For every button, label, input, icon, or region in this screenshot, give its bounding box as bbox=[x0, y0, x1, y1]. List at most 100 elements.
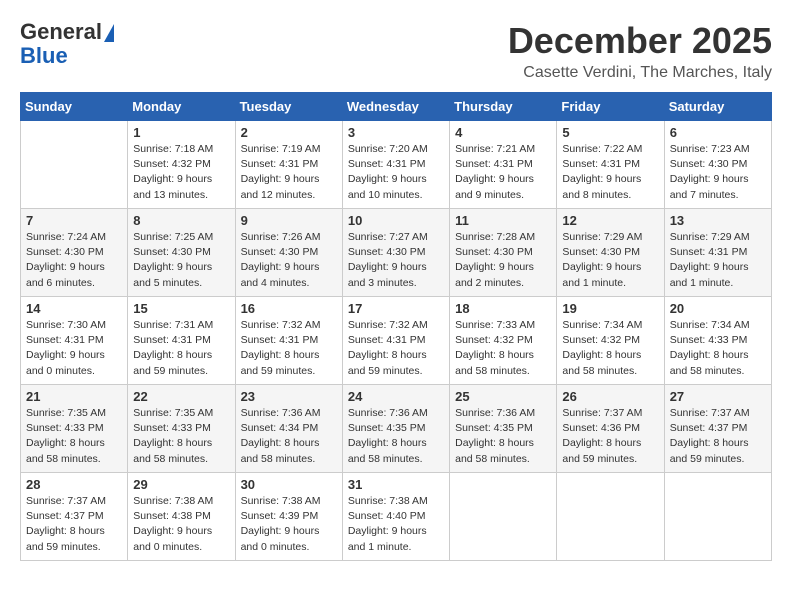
calendar-cell: 25Sunrise: 7:36 AMSunset: 4:35 PMDayligh… bbox=[450, 385, 557, 473]
weekday-header-saturday: Saturday bbox=[664, 93, 771, 121]
page-header: General Blue December 2025 Casette Verdi… bbox=[20, 20, 772, 82]
day-info: Sunrise: 7:38 AMSunset: 4:40 PMDaylight:… bbox=[348, 494, 444, 555]
day-number: 3 bbox=[348, 125, 444, 140]
day-number: 15 bbox=[133, 301, 229, 316]
day-info: Sunrise: 7:25 AMSunset: 4:30 PMDaylight:… bbox=[133, 230, 229, 291]
day-info: Sunrise: 7:36 AMSunset: 4:35 PMDaylight:… bbox=[455, 406, 551, 467]
day-number: 24 bbox=[348, 389, 444, 404]
calendar-cell: 18 Sunrise: 7:33 AMSunset: 4:32 PMDayligh… bbox=[450, 297, 557, 385]
day-info: Sunrise: 7:34 AMSunset: 4:33 PMDaylight:… bbox=[670, 318, 766, 379]
weekday-header-friday: Friday bbox=[557, 93, 664, 121]
calendar-week-row: 14 Sunrise: 7:30 AMSunset: 4:31 PMDayligh… bbox=[21, 297, 772, 385]
calendar-cell: 8 Sunrise: 7:25 AMSunset: 4:30 PMDaylight… bbox=[128, 209, 235, 297]
calendar-cell: 24 Sunrise: 7:36 AMSunset: 4:35 PMDayligh… bbox=[342, 385, 449, 473]
calendar-cell: 10 Sunrise: 7:27 AMSunset: 4:30 PMDayligh… bbox=[342, 209, 449, 297]
calendar-cell: 4Sunrise: 7:21 AMSunset: 4:31 PMDaylight… bbox=[450, 121, 557, 209]
day-number: 6 bbox=[670, 125, 766, 140]
day-number: 17 bbox=[348, 301, 444, 316]
day-info: Sunrise: 7:28 AMSunset: 4:30 PMDaylight:… bbox=[455, 230, 551, 291]
weekday-header-tuesday: Tuesday bbox=[235, 93, 342, 121]
day-number: 1 bbox=[133, 125, 229, 140]
location-title: Casette Verdini, The Marches, Italy bbox=[508, 64, 772, 82]
day-info: Sunrise: 7:32 AMSunset: 4:31 PMDaylight:… bbox=[348, 318, 444, 379]
calendar-week-row: 1 Sunrise: 7:18 AMSunset: 4:32 PMDaylight… bbox=[21, 121, 772, 209]
day-info: Sunrise: 7:27 AMSunset: 4:30 PMDaylight:… bbox=[348, 230, 444, 291]
month-title: December 2025 bbox=[508, 20, 772, 62]
day-number: 28 bbox=[26, 477, 122, 492]
day-number: 16 bbox=[241, 301, 337, 316]
day-info: Sunrise: 7:33 AMSunset: 4:32 PMDaylight:… bbox=[455, 318, 551, 379]
day-info: Sunrise: 7:20 AMSunset: 4:31 PMDaylight:… bbox=[348, 142, 444, 203]
calendar-week-row: 21 Sunrise: 7:35 AMSunset: 4:33 PMDayligh… bbox=[21, 385, 772, 473]
title-area: December 2025 Casette Verdini, The March… bbox=[508, 20, 772, 82]
calendar-cell bbox=[557, 473, 664, 561]
calendar-cell bbox=[450, 473, 557, 561]
day-number: 7 bbox=[26, 213, 122, 228]
logo: General Blue bbox=[20, 20, 114, 68]
calendar-week-row: 28 Sunrise: 7:37 AMSunset: 4:37 PMDayligh… bbox=[21, 473, 772, 561]
logo-blue-text: Blue bbox=[20, 44, 68, 68]
day-number: 9 bbox=[241, 213, 337, 228]
calendar-cell: 5Sunrise: 7:22 AMSunset: 4:31 PMDaylight… bbox=[557, 121, 664, 209]
logo-triangle-icon bbox=[104, 24, 114, 42]
weekday-header-thursday: Thursday bbox=[450, 93, 557, 121]
calendar-header-row: SundayMondayTuesdayWednesdayThursdayFrid… bbox=[21, 93, 772, 121]
day-number: 5 bbox=[562, 125, 658, 140]
calendar-cell: 7 Sunrise: 7:24 AMSunset: 4:30 PMDaylight… bbox=[21, 209, 128, 297]
day-info: Sunrise: 7:37 AMSunset: 4:37 PMDaylight:… bbox=[26, 494, 122, 555]
day-number: 20 bbox=[670, 301, 766, 316]
day-info: Sunrise: 7:38 AMSunset: 4:38 PMDaylight:… bbox=[133, 494, 229, 555]
day-number: 13 bbox=[670, 213, 766, 228]
day-number: 29 bbox=[133, 477, 229, 492]
day-number: 10 bbox=[348, 213, 444, 228]
day-info: Sunrise: 7:38 AMSunset: 4:39 PMDaylight:… bbox=[241, 494, 337, 555]
day-info: Sunrise: 7:31 AMSunset: 4:31 PMDaylight:… bbox=[133, 318, 229, 379]
weekday-header-sunday: Sunday bbox=[21, 93, 128, 121]
calendar-cell: 16 Sunrise: 7:32 AMSunset: 4:31 PMDayligh… bbox=[235, 297, 342, 385]
calendar-cell: 31Sunrise: 7:38 AMSunset: 4:40 PMDayligh… bbox=[342, 473, 449, 561]
calendar-table: SundayMondayTuesdayWednesdayThursdayFrid… bbox=[20, 92, 772, 561]
calendar-cell: 26 Sunrise: 7:37 AMSunset: 4:36 PMDayligh… bbox=[557, 385, 664, 473]
day-number: 23 bbox=[241, 389, 337, 404]
calendar-cell: 22Sunrise: 7:35 AMSunset: 4:33 PMDayligh… bbox=[128, 385, 235, 473]
calendar-cell bbox=[664, 473, 771, 561]
calendar-cell: 17 Sunrise: 7:32 AMSunset: 4:31 PMDayligh… bbox=[342, 297, 449, 385]
calendar-cell: 30Sunrise: 7:38 AMSunset: 4:39 PMDayligh… bbox=[235, 473, 342, 561]
day-info: Sunrise: 7:34 AMSunset: 4:32 PMDaylight:… bbox=[562, 318, 658, 379]
calendar-cell: 6Sunrise: 7:23 AMSunset: 4:30 PMDaylight… bbox=[664, 121, 771, 209]
day-info: Sunrise: 7:35 AMSunset: 4:33 PMDaylight:… bbox=[26, 406, 122, 467]
calendar-cell: 12Sunrise: 7:29 AMSunset: 4:30 PMDayligh… bbox=[557, 209, 664, 297]
day-info: Sunrise: 7:37 AMSunset: 4:36 PMDaylight:… bbox=[562, 406, 658, 467]
day-number: 21 bbox=[26, 389, 122, 404]
day-info: Sunrise: 7:36 AMSunset: 4:35 PMDaylight:… bbox=[348, 406, 444, 467]
day-info: Sunrise: 7:30 AMSunset: 4:31 PMDaylight:… bbox=[26, 318, 122, 379]
day-info: Sunrise: 7:18 AMSunset: 4:32 PMDaylight:… bbox=[133, 142, 229, 203]
day-number: 4 bbox=[455, 125, 551, 140]
day-number: 22 bbox=[133, 389, 229, 404]
calendar-week-row: 7 Sunrise: 7:24 AMSunset: 4:30 PMDaylight… bbox=[21, 209, 772, 297]
calendar-cell: 13Sunrise: 7:29 AMSunset: 4:31 PMDayligh… bbox=[664, 209, 771, 297]
logo-text: General bbox=[20, 20, 114, 44]
calendar-cell: 3 Sunrise: 7:20 AMSunset: 4:31 PMDaylight… bbox=[342, 121, 449, 209]
calendar-cell: 11Sunrise: 7:28 AMSunset: 4:30 PMDayligh… bbox=[450, 209, 557, 297]
day-info: Sunrise: 7:36 AMSunset: 4:34 PMDaylight:… bbox=[241, 406, 337, 467]
day-info: Sunrise: 7:24 AMSunset: 4:30 PMDaylight:… bbox=[26, 230, 122, 291]
calendar-cell: 28 Sunrise: 7:37 AMSunset: 4:37 PMDayligh… bbox=[21, 473, 128, 561]
weekday-header-monday: Monday bbox=[128, 93, 235, 121]
calendar-cell: 15 Sunrise: 7:31 AMSunset: 4:31 PMDayligh… bbox=[128, 297, 235, 385]
day-number: 8 bbox=[133, 213, 229, 228]
calendar-cell: 14 Sunrise: 7:30 AMSunset: 4:31 PMDayligh… bbox=[21, 297, 128, 385]
day-number: 19 bbox=[562, 301, 658, 316]
calendar-cell: 29 Sunrise: 7:38 AMSunset: 4:38 PMDayligh… bbox=[128, 473, 235, 561]
day-number: 18 bbox=[455, 301, 551, 316]
day-info: Sunrise: 7:32 AMSunset: 4:31 PMDaylight:… bbox=[241, 318, 337, 379]
day-info: Sunrise: 7:37 AMSunset: 4:37 PMDaylight:… bbox=[670, 406, 766, 467]
day-number: 14 bbox=[26, 301, 122, 316]
calendar-cell bbox=[21, 121, 128, 209]
day-number: 26 bbox=[562, 389, 658, 404]
day-info: Sunrise: 7:19 AMSunset: 4:31 PMDaylight:… bbox=[241, 142, 337, 203]
day-number: 12 bbox=[562, 213, 658, 228]
calendar-cell: 1 Sunrise: 7:18 AMSunset: 4:32 PMDaylight… bbox=[128, 121, 235, 209]
day-info: Sunrise: 7:26 AMSunset: 4:30 PMDaylight:… bbox=[241, 230, 337, 291]
calendar-cell: 19 Sunrise: 7:34 AMSunset: 4:32 PMDayligh… bbox=[557, 297, 664, 385]
